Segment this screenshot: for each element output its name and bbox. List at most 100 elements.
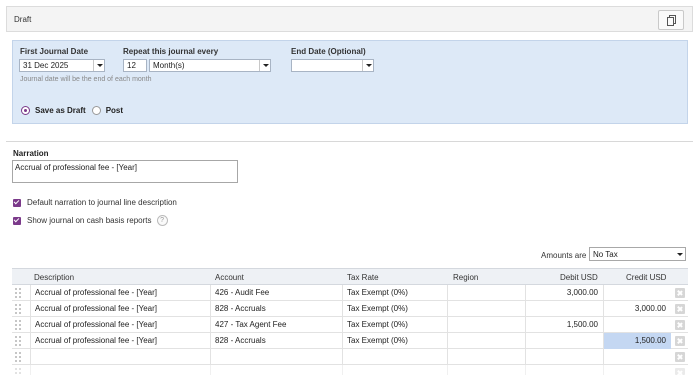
amounts-are-select[interactable]: No Tax bbox=[589, 247, 686, 261]
post-label[interactable]: Post bbox=[106, 106, 123, 115]
description-cell[interactable]: Accrual of professional fee - [Year] bbox=[30, 317, 210, 333]
cash-basis-label: Show journal on cash basis reports bbox=[27, 216, 152, 225]
save-mode-group: Save as Draft Post bbox=[21, 106, 123, 115]
column-header-account: Account bbox=[215, 273, 244, 282]
account-cell[interactable]: 828 - Accruals bbox=[210, 301, 342, 317]
column-header-credit: Credit USD bbox=[626, 273, 667, 282]
drag-handle-icon[interactable] bbox=[15, 304, 23, 314]
repeat-unit-select[interactable]: Month(s) bbox=[149, 59, 271, 72]
end-date-field[interactable] bbox=[291, 59, 374, 72]
tax-rate-cell[interactable]: Tax Exempt (0%) bbox=[342, 317, 447, 333]
schedule-panel: First Journal Date 31 Dec 2025 Journal d… bbox=[12, 40, 688, 124]
repeat-count-value: 12 bbox=[127, 61, 136, 70]
table-row-empty[interactable] bbox=[12, 365, 688, 375]
drag-handle-icon[interactable] bbox=[15, 368, 23, 375]
drag-handle-icon[interactable] bbox=[15, 320, 23, 330]
drag-handle-icon[interactable] bbox=[15, 336, 23, 346]
delete-row-icon[interactable] bbox=[675, 368, 685, 375]
account-cell[interactable]: 828 - Accruals bbox=[210, 333, 342, 349]
save-as-draft-label[interactable]: Save as Draft bbox=[35, 106, 86, 115]
first-journal-date-value: 31 Dec 2025 bbox=[23, 61, 69, 70]
debit-cell[interactable] bbox=[525, 333, 603, 349]
narration-label: Narration bbox=[13, 149, 49, 158]
account-cell[interactable] bbox=[210, 365, 342, 375]
cash-basis-option[interactable]: Show journal on cash basis reports ? bbox=[13, 215, 168, 226]
tax-rate-cell[interactable]: Tax Exempt (0%) bbox=[342, 333, 447, 349]
tax-rate-cell[interactable] bbox=[342, 365, 447, 375]
default-narration-checkbox[interactable] bbox=[13, 198, 21, 207]
delete-row-icon[interactable] bbox=[675, 352, 685, 362]
column-header-description: Description bbox=[34, 273, 75, 282]
post-radio[interactable] bbox=[91, 106, 101, 115]
end-date-label: End Date (Optional) bbox=[291, 47, 366, 56]
help-icon[interactable]: ? bbox=[156, 215, 168, 226]
drag-handle-icon[interactable] bbox=[15, 288, 23, 298]
schedule-hint: Journal date will be the end of each mon… bbox=[20, 76, 152, 83]
chevron-down-icon[interactable] bbox=[674, 249, 685, 260]
first-journal-date-label: First Journal Date bbox=[20, 47, 89, 56]
cash-basis-checkbox[interactable] bbox=[13, 216, 21, 225]
default-narration-label: Default narration to journal line descri… bbox=[27, 198, 177, 207]
chevron-down-icon[interactable] bbox=[93, 60, 104, 71]
debit-cell[interactable]: 1,500.00 bbox=[525, 317, 603, 333]
region-cell[interactable] bbox=[447, 317, 525, 333]
copy-icon bbox=[667, 15, 676, 26]
column-header-tax-rate: Tax Rate bbox=[347, 273, 379, 282]
narration-input[interactable]: Accrual of professional fee - [Year] bbox=[12, 160, 238, 183]
repeat-unit-value: Month(s) bbox=[153, 61, 185, 70]
page-title: Draft bbox=[14, 15, 32, 24]
credit-cell[interactable] bbox=[603, 365, 671, 375]
table-row-empty[interactable] bbox=[12, 349, 688, 365]
description-cell[interactable]: Accrual of professional fee - [Year] bbox=[30, 301, 210, 317]
region-cell[interactable] bbox=[447, 365, 525, 375]
copy-button[interactable] bbox=[658, 10, 684, 30]
debit-cell[interactable]: 3,000.00 bbox=[525, 285, 603, 301]
chevron-down-icon[interactable] bbox=[259, 60, 270, 71]
region-cell[interactable] bbox=[447, 285, 525, 301]
region-cell[interactable] bbox=[447, 333, 525, 349]
account-cell[interactable]: 427 - Tax Agent Fee bbox=[210, 317, 342, 333]
delete-row-icon[interactable] bbox=[675, 320, 685, 330]
account-cell[interactable]: 426 - Audit Fee bbox=[210, 285, 342, 301]
column-header-debit: Debit USD bbox=[560, 273, 598, 282]
description-cell[interactable] bbox=[30, 349, 210, 365]
credit-cell[interactable]: 3,000.00 bbox=[603, 301, 671, 317]
tax-rate-cell[interactable]: Tax Exempt (0%) bbox=[342, 285, 447, 301]
delete-row-icon[interactable] bbox=[675, 336, 685, 346]
section-divider bbox=[6, 141, 693, 142]
region-cell[interactable] bbox=[447, 349, 525, 365]
amounts-are-value: No Tax bbox=[593, 250, 618, 259]
column-header-region: Region bbox=[453, 273, 479, 282]
credit-cell[interactable] bbox=[603, 349, 671, 365]
delete-row-icon[interactable] bbox=[675, 304, 685, 314]
debit-cell[interactable] bbox=[525, 349, 603, 365]
credit-cell[interactable]: 1,500.00 bbox=[603, 333, 671, 349]
account-cell[interactable] bbox=[210, 349, 342, 365]
default-narration-option[interactable]: Default narration to journal line descri… bbox=[13, 198, 177, 207]
debit-cell[interactable] bbox=[525, 365, 603, 375]
repeat-label: Repeat this journal every bbox=[123, 47, 219, 56]
tax-rate-cell[interactable]: Tax Exempt (0%) bbox=[342, 301, 447, 317]
first-journal-date-field[interactable]: 31 Dec 2025 bbox=[19, 59, 105, 72]
chevron-down-icon[interactable] bbox=[362, 60, 373, 71]
save-as-draft-radio[interactable] bbox=[21, 106, 30, 115]
table-row[interactable]: Accrual of professional fee - [Year] 828… bbox=[12, 301, 688, 317]
table-row[interactable]: Accrual of professional fee - [Year] 828… bbox=[12, 333, 688, 349]
journal-table-header: Description Account Tax Rate Region Debi… bbox=[12, 268, 688, 285]
credit-cell[interactable] bbox=[603, 317, 671, 333]
narration-value: Accrual of professional fee - [Year] bbox=[15, 163, 137, 172]
drag-handle-icon[interactable] bbox=[15, 352, 23, 362]
description-cell[interactable]: Accrual of professional fee - [Year] bbox=[30, 285, 210, 301]
table-row[interactable]: Accrual of professional fee - [Year] 427… bbox=[12, 317, 688, 333]
tax-rate-cell[interactable] bbox=[342, 349, 447, 365]
repeat-count-input[interactable]: 12 bbox=[123, 59, 147, 72]
table-row[interactable]: Accrual of professional fee - [Year] 426… bbox=[12, 285, 688, 301]
region-cell[interactable] bbox=[447, 301, 525, 317]
description-cell[interactable]: Accrual of professional fee - [Year] bbox=[30, 333, 210, 349]
header-bar: Draft bbox=[6, 6, 693, 32]
description-cell[interactable] bbox=[30, 365, 210, 375]
debit-cell[interactable] bbox=[525, 301, 603, 317]
credit-cell[interactable] bbox=[603, 285, 671, 301]
amounts-are-label: Amounts are bbox=[541, 251, 587, 260]
delete-row-icon[interactable] bbox=[675, 288, 685, 298]
